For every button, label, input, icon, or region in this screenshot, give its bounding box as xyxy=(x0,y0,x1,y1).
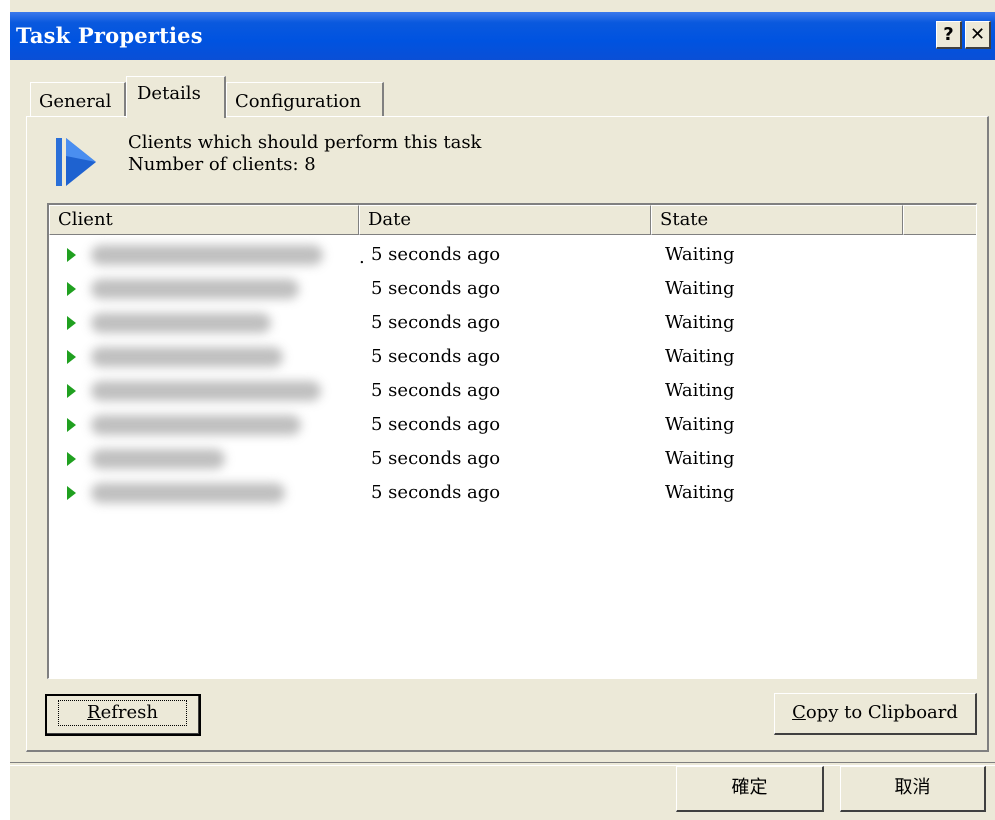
client-name-blurred xyxy=(91,381,321,401)
column-header-date[interactable]: Date xyxy=(359,205,651,235)
table-row[interactable]: 5 seconds ago Waiting xyxy=(49,477,976,511)
close-icon: ✕ xyxy=(969,24,986,45)
table-row[interactable]: 5 seconds ago Waiting xyxy=(49,375,976,409)
date-cell: 5 seconds ago xyxy=(371,278,501,299)
task-play-icon xyxy=(56,138,96,186)
truncation-dot: . xyxy=(359,247,365,268)
refresh-button-label: Refresh xyxy=(58,700,187,726)
tab-configuration[interactable]: Configuration xyxy=(226,82,384,116)
client-name-blurred xyxy=(91,313,271,333)
state-cell: Waiting xyxy=(665,482,735,503)
client-count: Number of clients: 8 xyxy=(128,154,316,175)
refresh-button[interactable]: Refresh xyxy=(45,694,201,736)
ok-button[interactable]: 確定 xyxy=(676,766,824,812)
task-properties-dialog: Task Properties ? ✕ General Details Conf… xyxy=(10,0,995,820)
table-row[interactable]: . 5 seconds ago Waiting xyxy=(49,239,976,273)
date-cell: 5 seconds ago xyxy=(371,380,501,401)
state-cell: Waiting xyxy=(665,380,735,401)
state-cell: Waiting xyxy=(665,346,735,367)
client-name-blurred xyxy=(91,415,301,435)
date-cell: 5 seconds ago xyxy=(371,482,501,503)
table-row[interactable]: 5 seconds ago Waiting xyxy=(49,307,976,341)
play-arrow-icon xyxy=(67,452,76,466)
cancel-button[interactable]: 取消 xyxy=(840,766,986,812)
table-row[interactable]: 5 seconds ago Waiting xyxy=(49,443,976,477)
tab-details[interactable]: Details xyxy=(126,76,226,118)
client-list[interactable]: Client Date State . 5 seconds ago Waitin… xyxy=(47,203,977,679)
table-row[interactable]: 5 seconds ago Waiting xyxy=(49,273,976,307)
table-row[interactable]: 5 seconds ago Waiting xyxy=(49,409,976,443)
window-title: Task Properties xyxy=(16,23,203,48)
date-cell: 5 seconds ago xyxy=(371,312,501,333)
help-button[interactable]: ? xyxy=(936,21,962,49)
state-cell: Waiting xyxy=(665,278,735,299)
date-cell: 5 seconds ago xyxy=(371,346,501,367)
copy-to-clipboard-button[interactable]: Copy to Clipboard xyxy=(774,693,977,735)
close-button[interactable]: ✕ xyxy=(965,21,991,49)
table-row[interactable]: 5 seconds ago Waiting xyxy=(49,341,976,375)
client-name-blurred xyxy=(91,279,299,299)
date-cell: 5 seconds ago xyxy=(371,414,501,435)
play-arrow-icon xyxy=(67,486,76,500)
play-arrow-icon xyxy=(67,248,76,262)
client-name-blurred xyxy=(91,483,285,503)
column-header-state[interactable]: State xyxy=(651,205,903,235)
column-header-empty xyxy=(903,205,976,235)
date-cell: 5 seconds ago xyxy=(371,244,501,265)
client-name-blurred xyxy=(91,347,283,367)
play-arrow-icon xyxy=(67,418,76,432)
list-header: Client Date State xyxy=(49,205,976,237)
tab-general[interactable]: General xyxy=(30,82,126,116)
play-arrow-icon xyxy=(67,350,76,364)
play-arrow-icon xyxy=(67,282,76,296)
state-cell: Waiting xyxy=(665,414,735,435)
client-name-blurred xyxy=(91,449,225,469)
state-cell: Waiting xyxy=(665,244,735,265)
client-name-blurred xyxy=(91,245,323,265)
play-arrow-icon xyxy=(67,316,76,330)
state-cell: Waiting xyxy=(665,312,735,333)
task-description: Clients which should perform this task xyxy=(128,132,482,153)
column-header-client[interactable]: Client xyxy=(49,205,359,235)
state-cell: Waiting xyxy=(665,448,735,469)
date-cell: 5 seconds ago xyxy=(371,448,501,469)
title-bar[interactable]: Task Properties ? ✕ xyxy=(10,12,995,60)
play-arrow-icon xyxy=(67,384,76,398)
